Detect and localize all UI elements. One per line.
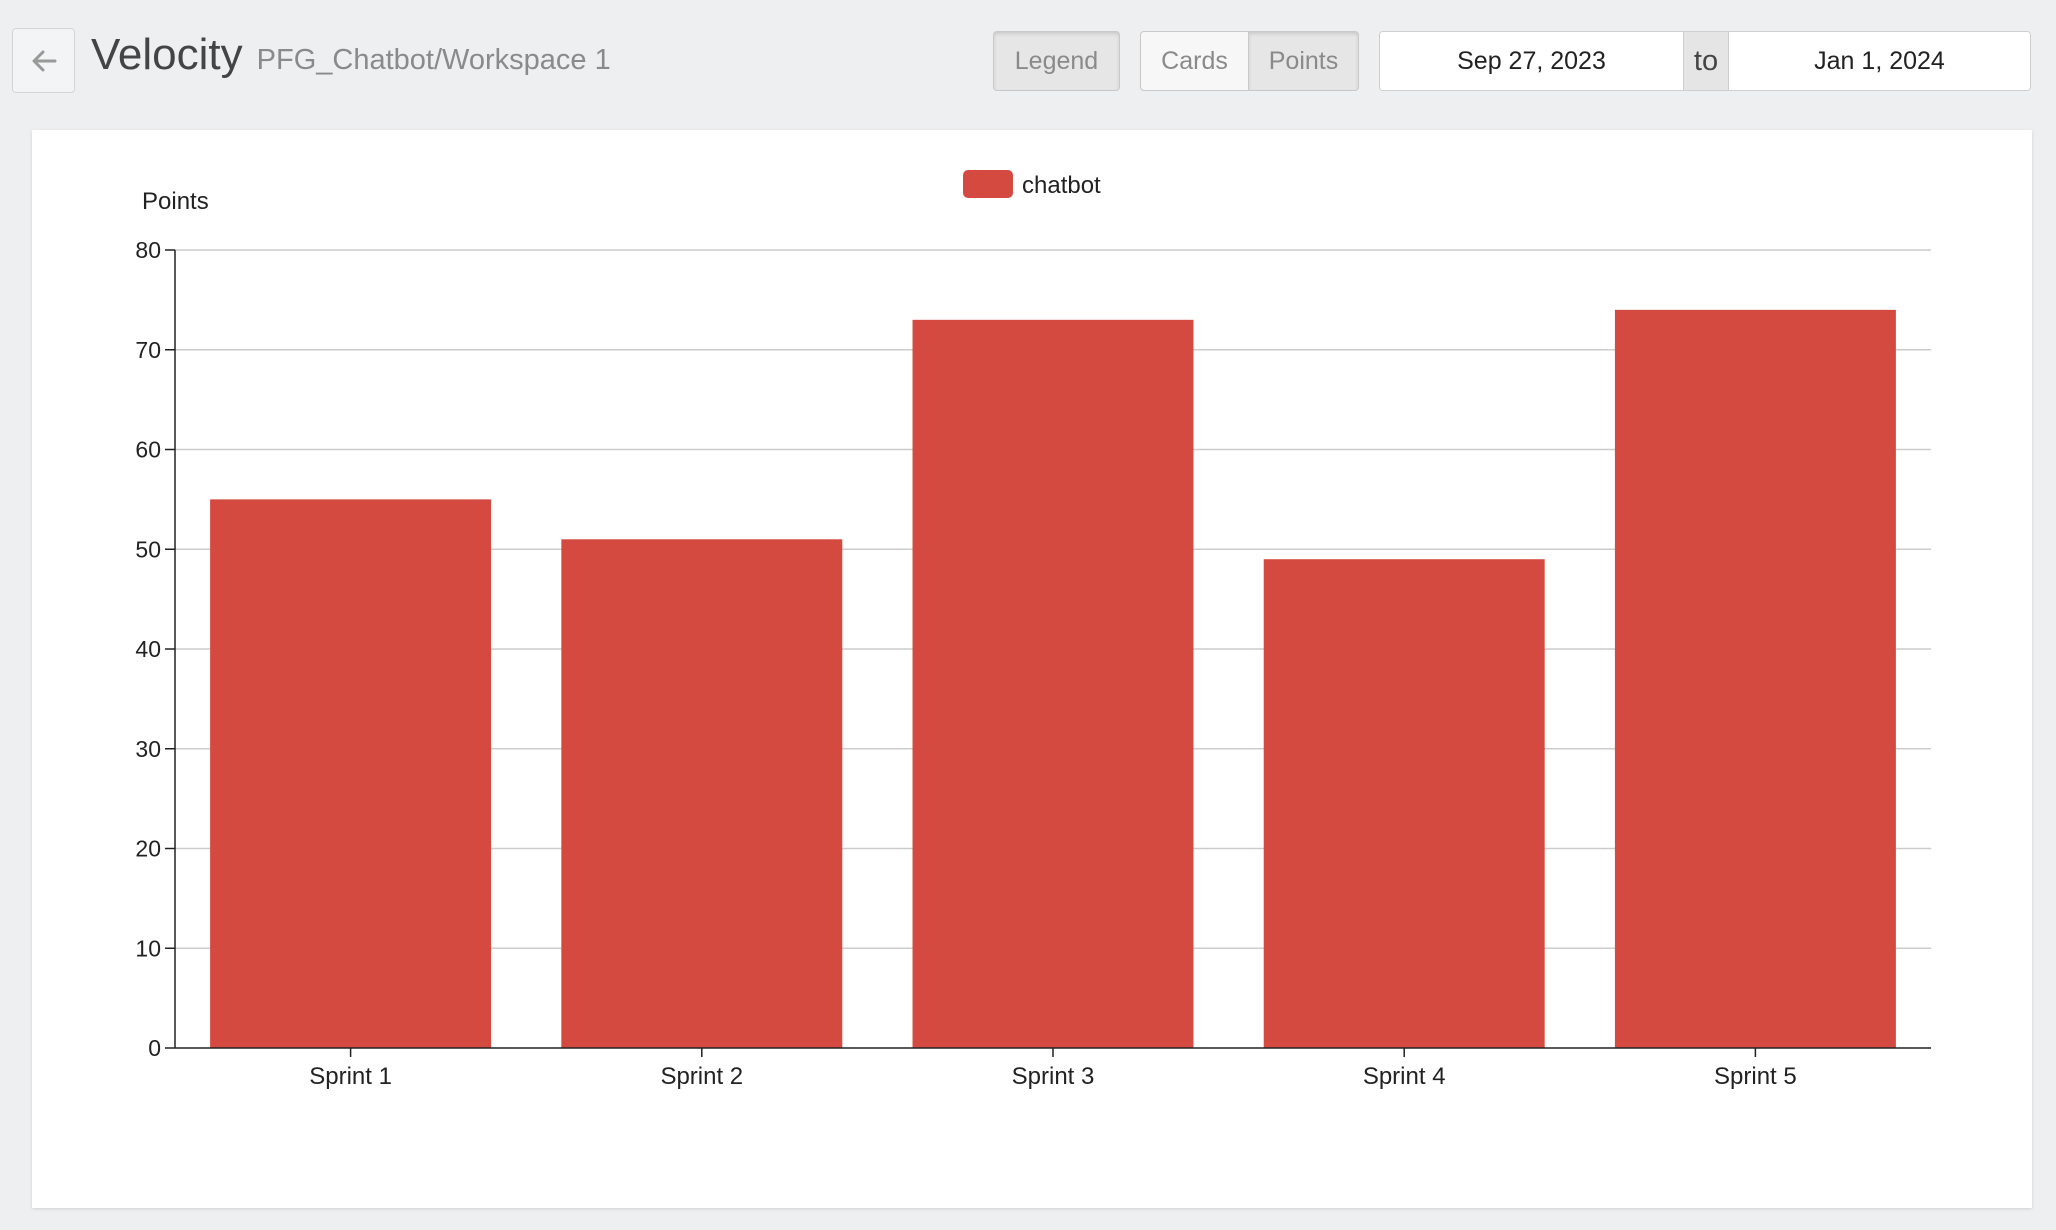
y-tick-label: 20 <box>135 836 161 862</box>
arrow-left-icon <box>32 50 56 71</box>
y-tick-label: 30 <box>135 736 161 762</box>
y-tick-label: 70 <box>135 337 161 363</box>
bar-sprint-3[interactable] <box>912 319 1194 1048</box>
x-tick-label: Sprint 3 <box>1012 1063 1095 1090</box>
page-title-group: Velocity PFG_Chatbot/Workspace 1 <box>91 30 611 90</box>
y-tick-label: 80 <box>135 237 161 263</box>
bars <box>210 309 1896 1049</box>
bar-sprint-4[interactable] <box>1263 559 1545 1048</box>
bar-sprint-1[interactable] <box>210 499 492 1048</box>
start-date-input[interactable] <box>1380 32 1683 90</box>
chart-panel: chatbot Points 0 10 20 30 40 50 60 70 80 Sprint 1… <box>32 130 2032 1208</box>
chart-legend[interactable]: chatbot <box>963 170 1101 199</box>
end-date-input[interactable] <box>1729 32 2030 90</box>
x-tick-label: Sprint 2 <box>660 1063 743 1090</box>
page-title: Velocity <box>91 30 243 79</box>
y-tick-label: 50 <box>135 536 161 562</box>
y-tick-label: 60 <box>135 437 161 463</box>
velocity-bar-chart: chatbot Points 0 10 20 30 40 50 60 70 80 Sprint 1… <box>135 170 1931 1090</box>
page-subtitle: PFG_Chatbot/Workspace 1 <box>256 44 611 76</box>
bar-sprint-2[interactable] <box>561 539 843 1048</box>
x-tick-label: Sprint 4 <box>1363 1063 1446 1090</box>
cards-mode-button[interactable]: Cards <box>1140 31 1249 91</box>
legend-label-chatbot: chatbot <box>1022 172 1101 199</box>
back-button[interactable] <box>12 28 75 93</box>
date-range-separator: to <box>1683 32 1729 90</box>
legend-swatch-chatbot <box>963 170 1013 198</box>
y-tick-label: 10 <box>135 935 161 961</box>
x-tick-label: Sprint 1 <box>309 1063 392 1090</box>
y-tick-label: 40 <box>135 636 161 662</box>
bar-sprint-5[interactable] <box>1614 309 1896 1049</box>
y-tick-label: 0 <box>148 1035 161 1061</box>
page-header: Velocity PFG_Chatbot/Workspace 1 Legend … <box>0 0 2056 120</box>
date-range-picker: to <box>1379 31 2031 91</box>
points-mode-button[interactable]: Points <box>1248 31 1359 91</box>
legend-toggle-button[interactable]: Legend <box>993 31 1120 91</box>
x-tick-label: Sprint 5 <box>1714 1063 1797 1090</box>
y-axis-label: Points <box>142 188 209 215</box>
